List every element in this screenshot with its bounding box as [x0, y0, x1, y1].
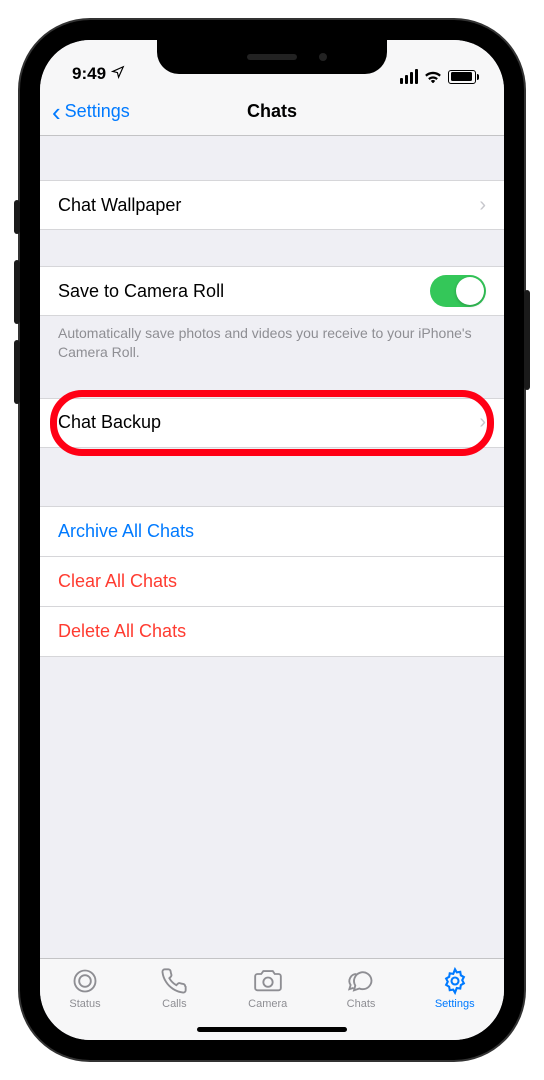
page-title: Chats: [247, 101, 297, 122]
battery-icon: [448, 70, 476, 84]
chats-icon: [346, 967, 376, 995]
phone-frame: 9:49 ‹ Settings Chats: [20, 20, 524, 1060]
archive-all-row[interactable]: Archive All Chats: [40, 507, 504, 557]
clear-all-row[interactable]: Clear All Chats: [40, 557, 504, 607]
row-label: Archive All Chats: [58, 521, 194, 542]
volume-down-button: [14, 340, 20, 404]
camera-icon: [253, 967, 283, 995]
tab-label: Status: [69, 998, 100, 1010]
row-label: Save to Camera Roll: [58, 281, 224, 302]
group-wallpaper: Chat Wallpaper ›: [40, 180, 504, 230]
camera-roll-footer: Automatically save photos and videos you…: [40, 316, 504, 362]
tab-label: Camera: [248, 998, 287, 1010]
status-icon: [70, 967, 100, 995]
row-label: Delete All Chats: [58, 621, 186, 642]
wifi-icon: [424, 70, 442, 84]
row-label: Chat Wallpaper: [58, 195, 181, 216]
row-label: Chat Backup: [58, 412, 161, 433]
gear-icon: [440, 967, 470, 995]
side-button: [14, 200, 20, 234]
back-label: Settings: [65, 101, 130, 122]
screen: 9:49 ‹ Settings Chats: [40, 40, 504, 1040]
cellular-icon: [400, 69, 418, 84]
group-actions: Archive All Chats Clear All Chats Delete…: [40, 506, 504, 657]
group-backup: Chat Backup ›: [40, 398, 504, 448]
tab-label: Settings: [435, 998, 475, 1010]
power-button: [524, 290, 530, 390]
tab-calls[interactable]: Calls: [159, 967, 189, 1010]
delete-all-row[interactable]: Delete All Chats: [40, 607, 504, 657]
camera-roll-toggle[interactable]: [430, 275, 486, 307]
notch: [157, 40, 387, 74]
chat-wallpaper-row[interactable]: Chat Wallpaper ›: [40, 180, 504, 230]
row-label: Clear All Chats: [58, 571, 177, 592]
tab-camera[interactable]: Camera: [248, 967, 287, 1010]
tab-chats[interactable]: Chats: [346, 967, 376, 1010]
status-time: 9:49: [72, 64, 106, 84]
status-left: 9:49: [72, 64, 125, 84]
phone-icon: [159, 967, 189, 995]
nav-bar: ‹ Settings Chats: [40, 88, 504, 136]
chat-backup-row[interactable]: Chat Backup ›: [40, 398, 504, 448]
tab-settings[interactable]: Settings: [435, 967, 475, 1010]
back-button[interactable]: ‹ Settings: [52, 99, 130, 125]
status-right: [400, 69, 476, 84]
location-icon: [111, 65, 125, 83]
volume-up-button: [14, 260, 20, 324]
chevron-right-icon: ›: [479, 411, 486, 434]
home-indicator[interactable]: [197, 1027, 347, 1032]
tab-label: Calls: [162, 998, 186, 1010]
tab-label: Chats: [347, 998, 376, 1010]
group-camera-roll: Save to Camera Roll Automatically save p…: [40, 266, 504, 362]
tab-status[interactable]: Status: [69, 967, 100, 1010]
content[interactable]: Chat Wallpaper › Save to Camera Roll Aut…: [40, 136, 504, 958]
camera-dot: [319, 53, 327, 61]
speaker: [247, 54, 297, 60]
save-camera-roll-row[interactable]: Save to Camera Roll: [40, 266, 504, 316]
chevron-right-icon: ›: [479, 194, 486, 217]
chevron-left-icon: ‹: [52, 99, 61, 125]
